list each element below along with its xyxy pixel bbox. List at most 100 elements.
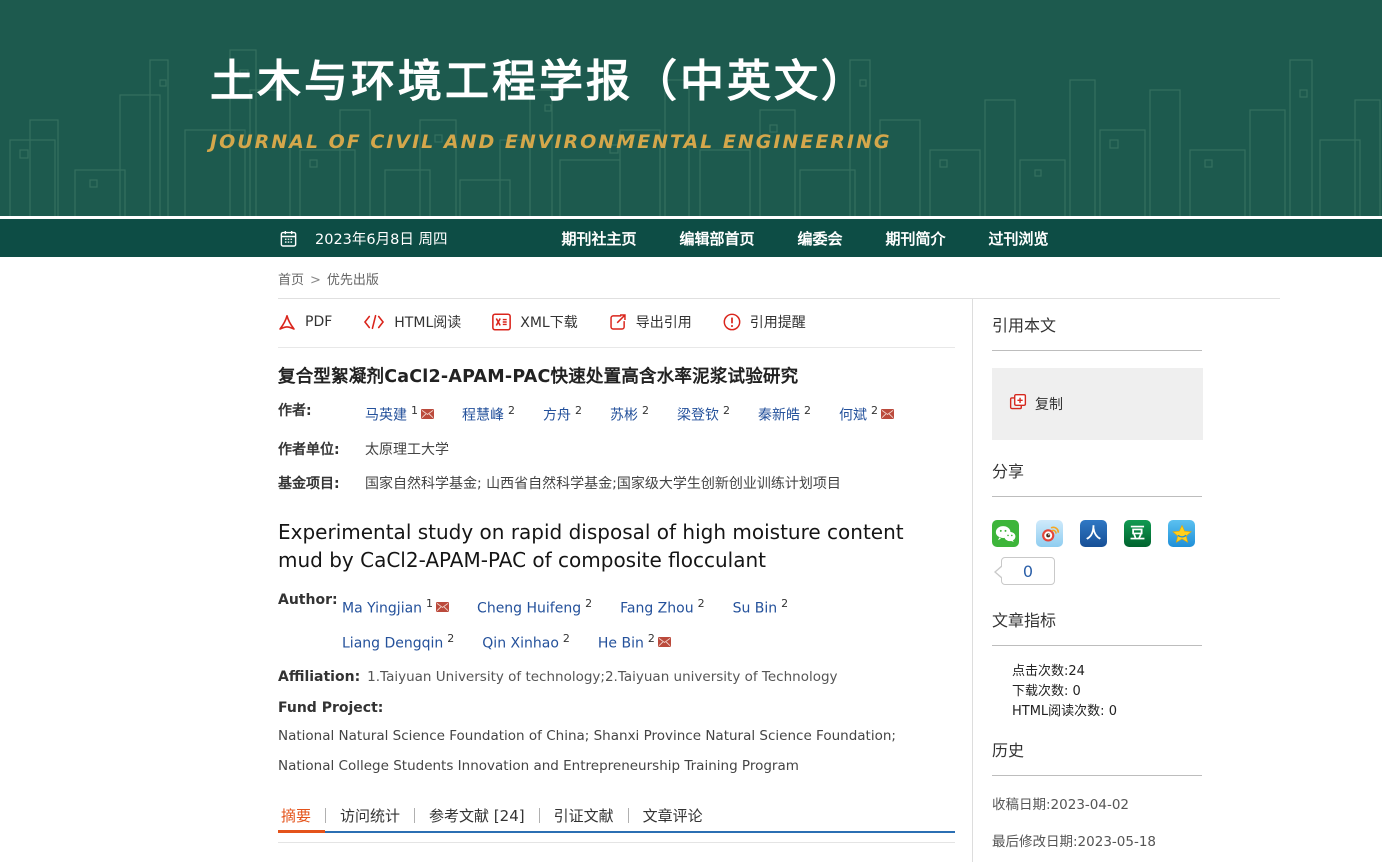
affiliation-value-cn: 太原理工大学 [365,439,449,461]
tab-visit-stats[interactable]: 访问统计 [326,799,414,831]
share-count: 0 [1023,562,1033,581]
author-affil-sup: 2 [642,404,649,417]
author-affil-sup: 2 [781,597,788,610]
navbar: 2023年6月8日 周四 期刊社主页 编辑部首页 编委会 期刊简介 过刊浏览 [0,219,1382,257]
author-affil-sup: 2 [648,632,655,645]
toolbar-item-xml-download[interactable]: XML下载 [492,312,577,332]
author: He Bin 2 [598,624,671,659]
authors-en: Ma Yingjian1Cheng Huifeng2Fang Zhou2Su B… [342,589,942,658]
author: Cheng Huifeng2 [477,589,592,624]
affiliation-label-en: Affiliation: [278,669,360,685]
journal-title-cn: 土木与环境工程学报（中英文） [210,56,1382,109]
copy-citation-button[interactable]: 复制 [992,368,1203,440]
tab-references[interactable]: 参考文献 [24] [415,799,539,831]
author-affil-sup: 2 [723,404,730,417]
metric-item: HTML阅读次数: 0 [1012,702,1280,722]
history-heading: 历史 [992,737,1202,776]
fund-value-cn: 国家自然科学基金; 山西省自然科学基金;国家级大学生创新创业训练计划项目 [365,473,841,495]
fund-line-en: National Natural Science Foundation of C… [278,726,955,746]
calendar-icon [279,229,298,248]
tab-bar: 摘要访问统计参考文献 [24]引证文献文章评论 [278,799,955,833]
author-affil-sup: 2 [871,404,878,417]
author-affil-sup: 2 [508,404,515,417]
author: 苏彬 2 [610,400,649,427]
nav-item-journal-home[interactable]: 期刊社主页 [561,228,636,249]
code-icon [363,314,385,330]
email-icon[interactable] [436,594,449,623]
author: 梁登钦 2 [677,400,730,427]
wechat-icon[interactable] [992,520,1019,547]
toolbar-item-pdf[interactable]: PDF [278,314,332,331]
breadcrumb-separator: > [310,273,321,288]
breadcrumb-home[interactable]: 首页 [278,273,304,288]
metrics-heading: 文章指标 [992,607,1202,646]
nav-item-archive-browse[interactable]: 过刊浏览 [989,228,1049,249]
tab-underline [278,842,955,843]
authors-row-cn: 作者: 马英建1程慧峰2方舟2苏彬2梁登钦2秦新皓2何斌2 [278,400,955,427]
article-title-cn: 复合型絮凝剂CaCl2-APAM-PAC快速处置高含水率泥浆试验研究 [278,363,955,388]
email-icon[interactable] [658,629,671,658]
author-link[interactable]: 何斌 [839,408,867,424]
author-affil-sup: 2 [575,404,582,417]
author: 方舟 2 [543,400,582,427]
history-item: 收稿日期:2023-04-02 [992,793,1280,813]
author-affil-sup: 2 [698,597,705,610]
tab-comments[interactable]: 文章评论 [629,799,717,831]
nav-item-journal-intro[interactable]: 期刊简介 [886,228,946,249]
author-link[interactable]: 马英建 [365,408,407,424]
renren-icon[interactable]: 人 [1080,520,1107,547]
author: 秦新皓2 [758,400,811,427]
toolbar: PDF HTML阅读 XML下载 导出引用 引用提醒 [278,299,955,348]
journal-title-en: JOURNAL OF CIVIL AND ENVIRONMENTAL ENGIN… [210,131,1382,153]
toolbar-label: HTML阅读 [394,312,461,332]
article-title-en: Experimental study on rapid disposal of … [278,518,933,575]
author-link[interactable]: 方舟 [543,408,571,424]
journal-article-page: 土木与环境工程学报（中英文） JOURNAL OF CIVIL AND ENVI… [0,0,1382,862]
toolbar-item-citation-alert[interactable]: 引用提醒 [723,312,806,332]
header-banner: 土木与环境工程学报（中英文） JOURNAL OF CIVIL AND ENVI… [0,0,1382,219]
tab-citations[interactable]: 引证文献 [540,799,628,831]
author-link[interactable]: Qin Xinhao [482,636,559,652]
author: 程慧峰 2 [462,400,515,427]
nav-menu: 期刊社主页 编辑部首页 编委会 期刊简介 过刊浏览 [561,228,1091,249]
author: 马英建1 [365,400,434,427]
author: Ma Yingjian1 [342,589,449,624]
qzone-icon[interactable] [1168,520,1195,547]
author-link[interactable]: Ma Yingjian [342,601,422,617]
affiliation-label-cn: 作者单位: [278,439,365,461]
toolbar-item-export-citation[interactable]: 导出引用 [609,312,692,332]
email-icon[interactable] [881,404,894,426]
share-heading: 分享 [992,458,1202,497]
fund-row-cn: 基金项目: 国家自然科学基金; 山西省自然科学基金;国家级大学生创新创业训练计划… [278,473,955,495]
author-link[interactable]: 梁登钦 [677,408,719,424]
author-link[interactable]: Liang Dengqin [342,636,443,652]
affiliation-value-en: 1.Taiyuan University of technology;2.Tai… [367,669,837,685]
authors-label-en: Author: [278,589,342,658]
nav-item-editorial-home[interactable]: 编辑部首页 [679,228,754,249]
author-link[interactable]: 秦新皓 [758,408,800,424]
author: Fang Zhou 2 [620,589,704,624]
author-link[interactable]: 程慧峰 [462,408,504,424]
toolbar-item-html-read[interactable]: HTML阅读 [363,312,461,332]
author-link[interactable]: Cheng Huifeng [477,601,581,617]
fund-label-en: Fund Project: [278,700,955,716]
share-count-bubble[interactable]: 0 [1001,557,1055,585]
current-date: 2023年6月8日 周四 [315,228,447,249]
metric-item: 下载次数: 0 [1012,682,1280,702]
author-link[interactable]: Su Bin [733,601,778,617]
toolbar-label: 导出引用 [636,312,692,332]
email-icon[interactable] [421,404,434,426]
metric-item: 点击次数:24 [1012,662,1280,682]
weibo-icon[interactable] [1036,520,1063,547]
nav-item-editorial-board[interactable]: 编委会 [798,228,843,249]
tab-abstract[interactable]: 摘要 [278,799,325,831]
xml-icon [492,313,511,331]
author-link[interactable]: 苏彬 [610,408,638,424]
author-link[interactable]: Fang Zhou [620,601,693,617]
breadcrumb-current: 优先出版 [327,273,379,288]
author-link[interactable]: He Bin [598,636,644,652]
fund-line-en: National College Students Innovation and… [278,756,955,776]
douban-icon[interactable]: 豆 [1124,520,1151,547]
columns: PDF HTML阅读 XML下载 导出引用 引用提醒 复合型絮凝剂CaCl2-APAM-… [278,298,1280,862]
toolbar-label: 引用提醒 [750,312,806,332]
